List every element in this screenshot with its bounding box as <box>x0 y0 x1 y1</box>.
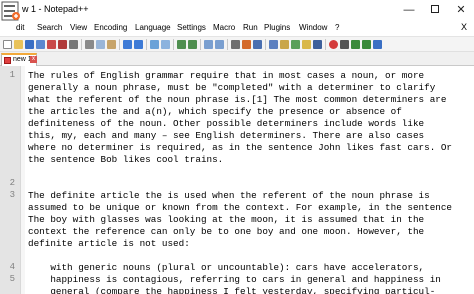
user-defined-language-icon[interactable] <box>269 40 278 49</box>
zoom-in-icon[interactable] <box>177 40 186 49</box>
text-line: where no determiner is required, as in t… <box>28 142 453 153</box>
word-wrap-icon[interactable] <box>231 40 240 49</box>
menu-window[interactable]: Window <box>299 23 327 32</box>
window-title: w 1 - Notepad++ <box>22 4 89 14</box>
text-line: definite article is not used: <box>28 238 190 249</box>
notepadpp-app-icon[interactable] <box>1 1 20 21</box>
maximize-button[interactable] <box>422 0 448 21</box>
stop-recording-icon[interactable] <box>340 40 349 49</box>
new-file-icon[interactable] <box>3 40 12 49</box>
cut-icon[interactable] <box>85 40 94 49</box>
line-number: 4 <box>9 262 15 272</box>
toolbar-separator <box>200 39 201 50</box>
editor-area[interactable]: 1 2 3 4 5 The rules of English grammar r… <box>0 66 474 294</box>
text-line: happiness is contagious, referring to ca… <box>28 274 441 285</box>
save-all-icon[interactable] <box>36 40 45 49</box>
save-macro-icon[interactable] <box>373 40 382 49</box>
menu-bar: dit Search View Encoding Language Settin… <box>0 21 474 36</box>
text-line: definiteness of the noun. Other possible… <box>28 118 425 129</box>
text-line: the sentence Bob likes cool trains. <box>28 154 224 165</box>
unsaved-file-icon <box>4 57 11 64</box>
toolbar-separator <box>173 39 174 50</box>
tab-label: new 1 <box>13 56 32 63</box>
open-file-icon[interactable] <box>14 40 23 49</box>
toolbar <box>0 36 474 52</box>
text-line: The boy with glasses was looking at the … <box>28 214 425 225</box>
find-icon[interactable] <box>150 40 159 49</box>
toolbar-separator <box>81 39 82 50</box>
text-line: this, my, each and many – see English de… <box>28 130 425 141</box>
copy-icon[interactable] <box>96 40 105 49</box>
toolbar-separator <box>325 39 326 50</box>
menu-edit[interactable]: dit <box>16 23 24 32</box>
document-map-icon[interactable] <box>280 40 289 49</box>
sync-horizontal-icon[interactable] <box>215 40 224 49</box>
toolbar-separator <box>146 39 147 50</box>
maximize-icon <box>431 5 439 14</box>
print-icon[interactable] <box>69 40 78 49</box>
text-line: assumed to be unique or known from the c… <box>28 202 453 213</box>
redo-icon[interactable] <box>134 40 143 49</box>
close-document-button[interactable]: X <box>461 22 467 32</box>
menu-search[interactable]: Search <box>37 23 62 32</box>
save-icon[interactable] <box>25 40 34 49</box>
text-line: general (compare the happiness I felt ye… <box>28 286 436 294</box>
run-macro-multiple-icon[interactable] <box>362 40 371 49</box>
line-number: 1 <box>9 70 15 80</box>
sync-vertical-icon[interactable] <box>204 40 213 49</box>
folder-workspace-icon[interactable] <box>302 40 311 49</box>
line-number: 3 <box>9 190 15 200</box>
toolbar-separator <box>119 39 120 50</box>
menu-plugins[interactable]: Plugins <box>264 23 290 32</box>
undo-icon[interactable] <box>123 40 132 49</box>
tab-close-icon[interactable]: x <box>30 56 37 63</box>
menu-macro[interactable]: Macro <box>213 23 235 32</box>
toolbar-separator <box>227 39 228 50</box>
close-window-button[interactable]: ✕ <box>448 0 474 21</box>
text-line: The rules of English grammar require tha… <box>28 70 425 81</box>
close-file-icon[interactable] <box>47 40 56 49</box>
zoom-out-icon[interactable] <box>188 40 197 49</box>
menu-view[interactable]: View <box>70 23 87 32</box>
line-number: 2 <box>9 178 15 188</box>
replace-icon[interactable] <box>161 40 170 49</box>
tab-bar: new 1 x <box>0 52 474 66</box>
show-all-characters-icon[interactable] <box>242 40 251 49</box>
minimize-icon: — <box>403 4 415 16</box>
menu-encoding[interactable]: Encoding <box>94 23 127 32</box>
text-line: context the reference can only be to one… <box>28 226 425 237</box>
text-line: the articles the and a(n), which specify… <box>28 106 402 117</box>
function-list-icon[interactable] <box>291 40 300 49</box>
menu-help[interactable]: ? <box>335 23 339 32</box>
minimize-button[interactable]: — <box>396 0 422 21</box>
menu-run[interactable]: Run <box>243 23 258 32</box>
title-bar: w 1 - Notepad++ — ✕ <box>0 0 474 21</box>
text-line: with generic nouns (plural or uncountabl… <box>28 262 425 273</box>
paste-icon[interactable] <box>107 40 116 49</box>
close-icon: ✕ <box>456 4 466 16</box>
toolbar-separator <box>265 39 266 50</box>
line-number-gutter: 1 2 3 4 5 <box>0 66 21 294</box>
text-line: The definite article the is used when th… <box>28 190 430 201</box>
indent-guide-icon[interactable] <box>253 40 262 49</box>
line-number: 5 <box>9 274 15 284</box>
play-macro-icon[interactable] <box>351 40 360 49</box>
text-line: generally a noun phrase, must be "comple… <box>28 82 436 93</box>
menu-settings[interactable]: Settings <box>177 23 206 32</box>
close-all-icon[interactable] <box>58 40 67 49</box>
tab-new-1[interactable]: new 1 x <box>1 53 37 66</box>
monitoring-icon[interactable] <box>313 40 322 49</box>
record-macro-icon[interactable] <box>329 40 338 49</box>
menu-language[interactable]: Language <box>135 23 171 32</box>
text-line: what the referent of the noun phrase is.… <box>28 94 447 105</box>
fold-margin <box>21 66 25 294</box>
